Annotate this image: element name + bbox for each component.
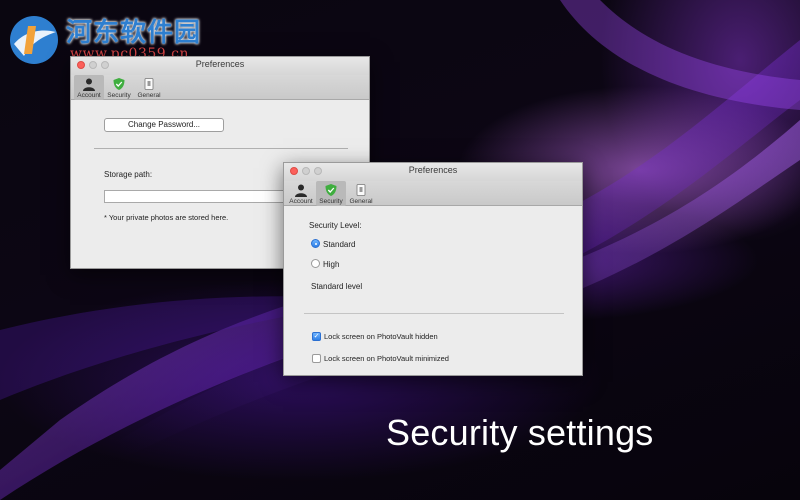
window-title: Preferences bbox=[408, 165, 458, 175]
radio-label: Standard bbox=[323, 240, 356, 249]
window-title: Preferences bbox=[195, 59, 245, 69]
feature-caption: Security settings bbox=[386, 412, 654, 453]
security-pane: Security Level: Standard High Standard l… bbox=[284, 206, 582, 375]
minimize-button[interactable] bbox=[89, 61, 97, 69]
zoom-button[interactable] bbox=[314, 167, 322, 175]
person-icon bbox=[83, 78, 95, 91]
tab-general[interactable]: General bbox=[134, 75, 164, 100]
radio-standard[interactable]: Standard bbox=[311, 239, 355, 250]
tab-label: Account bbox=[77, 92, 101, 99]
security-level-label: Security Level: bbox=[309, 221, 362, 230]
minimize-button[interactable] bbox=[302, 167, 310, 175]
storage-path-label: Storage path: bbox=[104, 170, 153, 179]
watermark-logo-icon bbox=[10, 16, 58, 64]
switch-icon bbox=[144, 78, 154, 90]
tab-security[interactable]: Security bbox=[316, 181, 346, 206]
preferences-toolbar: Account Security General bbox=[71, 75, 369, 100]
tab-label: Account bbox=[289, 198, 313, 205]
radio-button[interactable] bbox=[311, 259, 320, 269]
close-button[interactable] bbox=[290, 167, 298, 175]
window-titlebar[interactable]: Preferences bbox=[284, 163, 582, 181]
checkbox[interactable] bbox=[312, 353, 321, 363]
shield-icon bbox=[325, 184, 337, 196]
watermark-title: 河东软件园 bbox=[66, 18, 202, 48]
window-controls bbox=[290, 167, 322, 175]
tab-label: General bbox=[349, 198, 373, 205]
tab-label: Security bbox=[107, 92, 131, 99]
tab-label: Security bbox=[319, 198, 343, 205]
window-controls bbox=[77, 61, 109, 69]
person-icon bbox=[295, 184, 307, 197]
preferences-window-security: Preferences Account Security General Sec… bbox=[283, 162, 583, 376]
change-password-button[interactable]: Change Password... bbox=[104, 118, 224, 132]
radio-label: High bbox=[323, 260, 340, 269]
tab-general[interactable]: General bbox=[346, 181, 376, 206]
checkbox-lock-on-minimized[interactable]: Lock screen on PhotoVault minimized bbox=[312, 353, 449, 364]
divider bbox=[94, 148, 348, 149]
radio-high[interactable]: High bbox=[311, 259, 339, 270]
checkbox-label: Lock screen on PhotoVault minimized bbox=[324, 354, 449, 363]
storage-path-input[interactable] bbox=[104, 190, 304, 203]
close-button[interactable] bbox=[77, 61, 85, 69]
divider bbox=[304, 313, 564, 314]
tab-label: General bbox=[137, 92, 161, 99]
tab-account[interactable]: Account bbox=[74, 75, 104, 100]
window-titlebar[interactable]: Preferences bbox=[71, 57, 369, 75]
level-description: Standard level bbox=[311, 282, 363, 291]
tab-account[interactable]: Account bbox=[286, 181, 316, 206]
checkbox-checked[interactable]: ✓ bbox=[312, 331, 321, 341]
checkbox-lock-on-hidden[interactable]: ✓ Lock screen on PhotoVault hidden bbox=[312, 331, 438, 342]
tab-security[interactable]: Security bbox=[104, 75, 134, 100]
preferences-toolbar: Account Security General bbox=[284, 181, 582, 206]
switch-icon bbox=[356, 184, 366, 196]
radio-button-selected[interactable] bbox=[311, 239, 320, 249]
shield-icon bbox=[113, 78, 125, 90]
checkbox-label: Lock screen on PhotoVault hidden bbox=[324, 332, 438, 341]
zoom-button[interactable] bbox=[101, 61, 109, 69]
storage-note: * Your private photos are stored here. bbox=[104, 213, 229, 222]
